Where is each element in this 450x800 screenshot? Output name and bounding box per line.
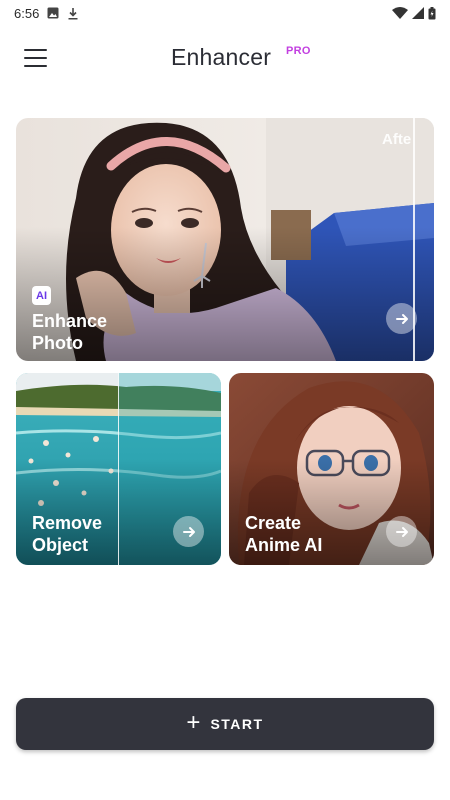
pro-badge[interactable]: PRO — [286, 45, 311, 57]
cellular-signal-icon — [412, 7, 424, 19]
status-time: 6:56 — [14, 5, 40, 21]
after-label: Afte — [382, 131, 412, 148]
image-notification-icon — [47, 7, 59, 19]
enhance-photo-arrow-icon[interactable] — [386, 303, 417, 334]
remove-object-label: Remove Object — [32, 513, 103, 555]
battery-icon — [428, 6, 436, 20]
status-bar: 6:56 — [0, 0, 450, 26]
enhance-photo-label: Enhance Photo — [32, 311, 108, 353]
app-bar: Enhancer PRO — [0, 36, 450, 80]
create-anime-card[interactable]: Create Anime AI — [229, 373, 434, 565]
create-anime-arrow-icon[interactable] — [386, 516, 417, 547]
remove-object-card[interactable]: Remove Object — [16, 373, 221, 565]
app-title: Enhancer — [171, 44, 272, 70]
start-button[interactable]: + START — [16, 698, 434, 750]
create-anime-label: Create Anime AI — [245, 513, 323, 555]
hamburger-menu-icon[interactable] — [24, 44, 54, 72]
before-after-divider[interactable] — [118, 373, 119, 565]
ai-badge: AI — [32, 286, 51, 305]
download-icon — [67, 7, 79, 20]
remove-object-arrow-icon[interactable] — [173, 516, 204, 547]
start-button-label: START — [210, 716, 264, 732]
plus-icon: + — [186, 709, 201, 736]
enhance-photo-card[interactable]: Afte AI Enhance Photo — [16, 118, 434, 361]
wifi-icon — [392, 7, 408, 19]
